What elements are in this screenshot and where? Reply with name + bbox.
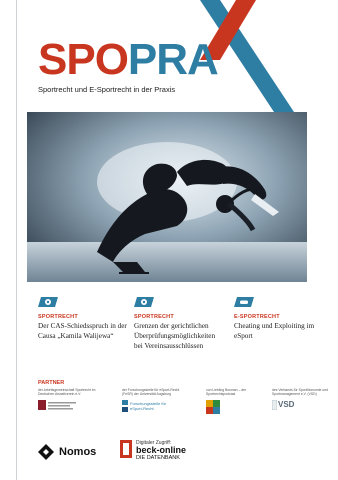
nomos-publisher-logo[interactable]: Nomos [38, 444, 96, 460]
logo-spo: SPO [38, 35, 129, 84]
teaser-title: Grenzen der gerichtlichen Überprüfungsmö… [134, 322, 216, 350]
fesr-logo-text: Forschungsstelle für eSport-Recht [130, 400, 167, 411]
beck-online-mark-icon [120, 440, 132, 458]
partner-1: der Arbeitsgemeinschaft Sportrecht im De… [38, 388, 98, 417]
beck-online-name: beck-online [136, 445, 187, 455]
teaser-category: E-SPORTRECHT [234, 314, 280, 320]
liebling-bosman-logo [206, 399, 220, 414]
journal-cover: SPOPRA Sportrecht und E-Sportrecht in de… [0, 0, 338, 480]
vsd-mark-icon [272, 399, 277, 410]
vsd-logo-text: VSD [278, 400, 295, 410]
fesr-mark-icon [122, 399, 128, 412]
journal-logo: SPOPRA [38, 35, 219, 84]
partner-heading: PARTNER [38, 380, 65, 386]
teaser-category: SPORTRECHT [38, 314, 78, 320]
partner-description: der Arbeitsgemeinschaft Sportrecht im De… [38, 388, 96, 397]
publisher-name: Nomos [59, 446, 97, 458]
partner-description: von Liebling Bosman – der Sportrechtspod… [206, 388, 247, 397]
teaser-3[interactable]: E-SPORTRECHT Cheating und Exploiting im … [234, 294, 324, 341]
journal-tagline: Sportrecht und E-Sportrecht in der Praxi… [38, 85, 176, 94]
teaser-2[interactable]: SPORTRECHT Grenzen der gerichtlichen Übe… [134, 294, 224, 351]
partner-2: der Forschungsstelle für eSport-Recht (F… [122, 388, 182, 412]
nomos-diamond-icon [38, 444, 54, 460]
partner-description: der Forschungsstelle für eSport-Recht (F… [122, 388, 180, 397]
logo-pra: PRA [127, 35, 219, 84]
beck-online-subtitle: DIE DATENBANK [136, 455, 180, 461]
partner-3: von Liebling Bosman – der Sportrechtspod… [206, 388, 266, 419]
partner-description: des Verbands für Sportökonomie und Sport… [272, 388, 328, 397]
beck-online-text-block: Digitaler Zugriff: beck-online DIE DATEN… [136, 440, 186, 462]
vsd-logo: VSD [272, 399, 332, 410]
partner-4: des Verbands für Sportökonomie und Sport… [272, 388, 332, 410]
teaser-title: Der CAS-Schiedsspruch in der Causa „Kami… [38, 322, 127, 340]
teaser-category: SPORTRECHT [134, 314, 174, 320]
beck-online-logo[interactable]: Digitaler Zugriff: beck-online DIE DATEN… [120, 440, 186, 462]
arge-sportrecht-logo [38, 399, 76, 410]
teaser-title: Cheating und Exploiting im eSport [234, 322, 315, 340]
cover-photo-figure-skater [27, 112, 307, 282]
fesr-logo: Forschungsstelle für eSport-Recht [122, 399, 182, 412]
soccer-ball-icon [134, 297, 154, 307]
soccer-ball-icon [38, 297, 58, 307]
teaser-1[interactable]: SPORTRECHT Der CAS-Schiedsspruch in der … [38, 294, 128, 341]
gamepad-icon [234, 297, 254, 307]
